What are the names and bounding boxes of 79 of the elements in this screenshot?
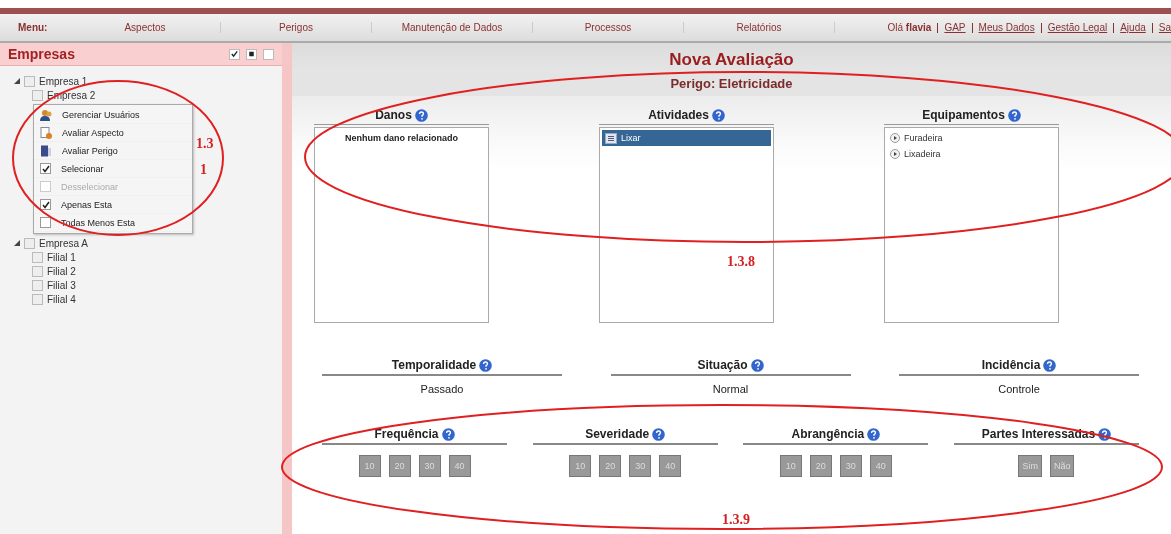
tree-checkbox[interactable]: [24, 237, 35, 249]
list-icon: [605, 132, 617, 144]
annotation-label: 1: [200, 162, 207, 178]
nav-menu-item[interactable]: Relatórios: [684, 22, 835, 33]
help-icon: [750, 358, 764, 372]
tree-item-label[interactable]: Filial 4: [47, 293, 76, 305]
checkmark-icon: [41, 164, 50, 173]
list-title: Equipamentos: [922, 108, 1005, 122]
menu-label: Menu:: [17, 22, 49, 33]
list-title: Atividades: [648, 108, 709, 122]
expand-arrow-icon: [14, 78, 20, 84]
menu-checkbox[interactable]: [40, 217, 51, 228]
tree-item-label[interactable]: Filial 1: [47, 251, 76, 263]
tree-item-label[interactable]: Filial 3: [47, 279, 76, 291]
checkmark-icon: [230, 49, 239, 59]
field-title: Incidência: [981, 358, 1041, 372]
nav-menu-item[interactable]: Aspectos: [70, 22, 221, 33]
play-icon: [890, 133, 900, 143]
book-icon: [40, 144, 52, 157]
page-title: Nova Avaliação: [668, 49, 795, 71]
help-icon: [711, 108, 725, 122]
list-item[interactable]: Lixadeira: [887, 146, 1056, 162]
tree-checkbox[interactable]: [32, 279, 43, 291]
field-title: Temporalidade: [391, 358, 477, 372]
nav-link[interactable]: Sa: [1158, 22, 1171, 33]
list-item[interactable]: Furadeira: [887, 130, 1056, 146]
nav-link[interactable]: Meus Dados: [978, 22, 1035, 33]
annotation-label: 1.3.8: [727, 254, 755, 270]
menu-checkbox[interactable]: [40, 199, 51, 210]
tree-checkbox[interactable]: [32, 293, 43, 305]
context-menu-item[interactable]: Avaliar Perigo: [34, 142, 192, 160]
nav-menu-item[interactable]: Processos: [533, 22, 684, 33]
list-item[interactable]: Lixar: [602, 130, 771, 146]
nav-link[interactable]: Ajuda: [1120, 22, 1146, 33]
tree-item-label[interactable]: Filial 2: [47, 265, 76, 277]
score-title: Partes Interessadas: [981, 427, 1096, 441]
help-icon: [1007, 108, 1021, 122]
score-title: Abrangência: [791, 427, 865, 441]
annotation-label: 1.3.9: [722, 512, 750, 528]
menu-checkbox[interactable]: [40, 163, 51, 174]
sidebar-title: Empresas: [8, 46, 75, 62]
nav-link[interactable]: GAP: [944, 22, 966, 33]
field-value: Normal: [711, 382, 750, 395]
tree-checkbox[interactable]: [32, 89, 43, 101]
expand-arrow-icon: [14, 240, 20, 246]
help-icon: [867, 427, 881, 441]
help-icon: [414, 108, 428, 122]
nav-menu-item[interactable]: Manutenção de Dados: [372, 22, 533, 33]
help-icon: [652, 427, 666, 441]
field-title: Situação: [697, 358, 748, 372]
score-title: Severidade: [585, 427, 650, 441]
select-all-button[interactable]: [229, 48, 240, 60]
help-icon: [479, 358, 493, 372]
field-value: Passado: [419, 382, 465, 395]
context-menu-item[interactable]: Avaliar Aspecto: [34, 124, 192, 142]
document-icon: [40, 126, 52, 139]
tree-item-label[interactable]: Empresa A: [39, 237, 88, 249]
score-title: Frequência: [374, 427, 439, 441]
list-title: Danos: [375, 108, 412, 122]
annotation-label: 1.3: [196, 136, 214, 152]
tree-checkbox[interactable]: [32, 251, 43, 263]
context-menu-item[interactable]: Apenas Esta: [34, 196, 192, 214]
tree-checkbox[interactable]: [24, 75, 35, 87]
users-icon: [40, 108, 52, 121]
context-menu-item[interactable]: Gerenciar Usuários: [34, 106, 192, 124]
empty-message: Nenhum dano relacionado: [344, 132, 459, 143]
tree-checkbox[interactable]: [32, 265, 43, 277]
greeting-text: Olá flavia: [887, 22, 932, 33]
checkmark-icon: [41, 200, 50, 209]
help-icon: [1043, 358, 1057, 372]
help-icon: [1098, 427, 1112, 441]
select-partial-button[interactable]: [246, 48, 257, 60]
play-icon: [890, 149, 900, 159]
help-icon: [441, 427, 455, 441]
nav-link[interactable]: Gestão Legal: [1047, 22, 1108, 33]
select-none-button[interactable]: [263, 48, 274, 60]
nav-menu-item[interactable]: Perigos: [221, 22, 372, 33]
field-value: Controle: [997, 382, 1041, 395]
context-menu-item[interactable]: Selecionar: [34, 160, 192, 178]
